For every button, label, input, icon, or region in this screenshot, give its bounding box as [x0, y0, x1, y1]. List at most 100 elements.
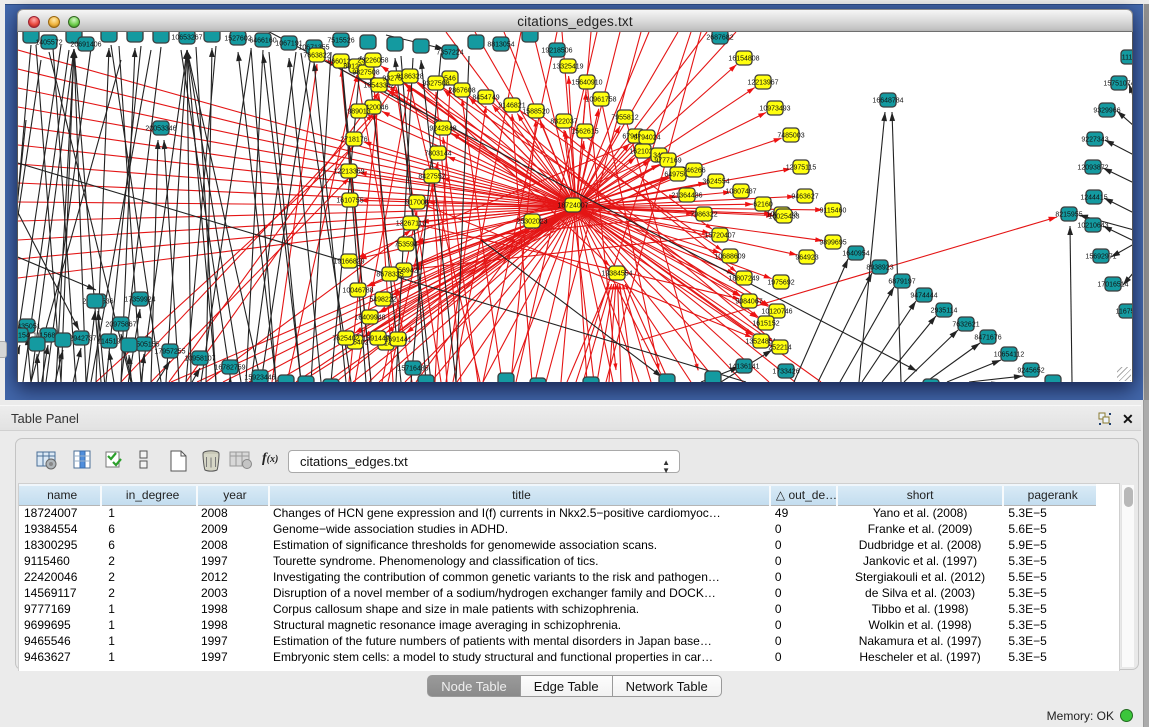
svg-text:8186328: 8186328	[396, 74, 423, 81]
svg-text:12213369: 12213369	[333, 169, 364, 176]
svg-text:16782759: 16782759	[214, 365, 245, 372]
svg-text:7986322: 7986322	[690, 212, 717, 219]
svg-text:753594: 753594	[394, 242, 417, 249]
svg-text:17016514: 17016514	[1097, 282, 1128, 289]
svg-text:15692971: 15692971	[1085, 254, 1116, 261]
svg-text:1691441: 1691441	[384, 337, 411, 344]
svg-text:13325419: 13325419	[552, 64, 583, 71]
svg-text:18724007: 18724007	[557, 203, 588, 210]
svg-text:9115460: 9115460	[820, 208, 847, 215]
svg-text:746266: 746266	[682, 168, 705, 175]
svg-text:7803144: 7803144	[424, 151, 451, 158]
svg-text:7357224: 7357224	[436, 50, 463, 57]
svg-text:19384554: 19384554	[601, 271, 632, 278]
svg-text:10046788: 10046788	[342, 288, 373, 295]
svg-text:10973493: 10973493	[759, 106, 790, 113]
svg-text:9329966: 9329966	[1093, 108, 1120, 115]
svg-text:1615152: 1615152	[752, 321, 779, 328]
svg-text:8938923: 8938923	[866, 265, 893, 272]
svg-text:9245652: 9245652	[1017, 368, 1044, 375]
svg-text:12975115: 12975115	[786, 165, 817, 172]
svg-text:1733426: 1733426	[772, 369, 799, 376]
svg-text:3624554: 3624554	[702, 179, 729, 186]
svg-text:39154: 39154	[18, 333, 30, 340]
svg-text:12093872: 12093872	[1077, 165, 1108, 172]
svg-text:17359924: 17359924	[124, 297, 155, 304]
svg-text:252214: 252214	[768, 345, 791, 352]
svg-text:15720407: 15720407	[704, 233, 735, 240]
svg-text:10653267: 10653267	[171, 35, 202, 42]
svg-text:10958107: 10958107	[184, 356, 215, 363]
svg-text:12213967: 12213967	[747, 80, 778, 87]
svg-text:20691406: 20691406	[70, 42, 101, 49]
svg-text:15923446: 15923446	[244, 375, 275, 382]
svg-text:9794024: 9794024	[633, 135, 660, 142]
svg-text:1244415: 1244415	[1080, 195, 1107, 202]
svg-text:8454749: 8454749	[472, 95, 499, 102]
svg-text:1117: 1117	[1122, 55, 1133, 62]
svg-text:18807249: 18807249	[728, 276, 759, 283]
svg-text:8678335: 8678335	[376, 272, 403, 279]
svg-text:9242848: 9242848	[429, 126, 456, 133]
svg-text:7955812: 7955812	[611, 115, 638, 122]
svg-text:17957255: 17957255	[154, 349, 185, 356]
svg-text:9327508: 9327508	[422, 81, 449, 88]
svg-text:9463627: 9463627	[791, 194, 818, 201]
svg-text:16154808: 16154808	[728, 56, 759, 63]
svg-text:1405572: 1405572	[35, 40, 62, 47]
svg-text:1527602: 1527602	[224, 36, 251, 43]
svg-text:15716485: 15716485	[397, 366, 428, 373]
svg-text:1562615: 1562615	[571, 129, 598, 136]
svg-text:2687682: 2687682	[706, 35, 733, 42]
svg-text:7632621: 7632621	[952, 322, 979, 329]
svg-text:19166829: 19166829	[333, 259, 364, 266]
svg-text:8427552: 8427552	[418, 174, 445, 181]
svg-text:964923: 964923	[795, 255, 818, 262]
svg-text:10688609: 10688609	[714, 254, 745, 261]
svg-text:20975867: 20975867	[105, 322, 136, 329]
svg-text:2718176: 2718176	[340, 137, 367, 144]
svg-text:8813054: 8813054	[487, 42, 514, 49]
svg-text:13267110: 13267110	[396, 221, 427, 228]
svg-text:16648784: 16648784	[872, 98, 903, 105]
svg-text:10120746: 10120746	[761, 309, 792, 316]
svg-text:10807487: 10807487	[725, 189, 756, 196]
svg-text:9474444: 9474444	[910, 293, 937, 300]
svg-text:116753: 116753	[1116, 309, 1133, 316]
svg-text:62160: 62160	[753, 202, 773, 209]
svg-text:1588520: 1588520	[522, 109, 549, 116]
svg-text:25302023: 25302023	[516, 219, 547, 226]
svg-text:7485003: 7485003	[777, 133, 804, 140]
svg-text:6879197: 6879197	[888, 279, 915, 286]
svg-text:5498222: 5498222	[369, 297, 396, 304]
svg-text:19218506: 19218506	[541, 48, 572, 55]
svg-text:21364436: 21364436	[671, 193, 702, 200]
svg-text:8471676: 8471676	[974, 335, 1001, 342]
svg-text:1975692: 1975692	[767, 280, 794, 287]
svg-text:1640954: 1640954	[842, 251, 869, 258]
svg-text:9227343: 9227343	[1081, 137, 1108, 144]
svg-text:10654112: 10654112	[994, 352, 1025, 359]
svg-text:10210643: 10210643	[1077, 223, 1108, 230]
svg-text:9777169: 9777169	[654, 158, 681, 165]
svg-text:15640910: 15640910	[571, 80, 602, 87]
svg-text:23226058: 23226058	[357, 58, 388, 65]
svg-text:989013: 989013	[347, 109, 370, 116]
svg-text:15751074: 15751074	[1103, 81, 1133, 88]
svg-text:6466160: 6466160	[249, 38, 276, 45]
svg-text:7625402: 7625402	[332, 336, 359, 343]
svg-text:9899695: 9899695	[819, 240, 846, 247]
svg-text:114519: 114519	[98, 339, 121, 346]
svg-text:2867608: 2867608	[448, 88, 475, 95]
svg-text:8215955: 8215955	[1055, 212, 1082, 219]
svg-text:14136141: 14136141	[728, 364, 759, 371]
svg-text:9084067: 9084067	[735, 299, 762, 306]
svg-text:9827508: 9827508	[352, 70, 379, 77]
svg-text:917006: 917006	[405, 200, 428, 207]
svg-text:20053346: 20053346	[145, 126, 176, 133]
svg-text:2935114: 2935114	[931, 308, 958, 315]
svg-text:7515526: 7515526	[327, 38, 354, 45]
svg-text:10961758: 10961758	[585, 97, 616, 104]
svg-text:1610755: 1610755	[336, 198, 363, 205]
svg-text:8322037: 8322037	[550, 119, 577, 126]
